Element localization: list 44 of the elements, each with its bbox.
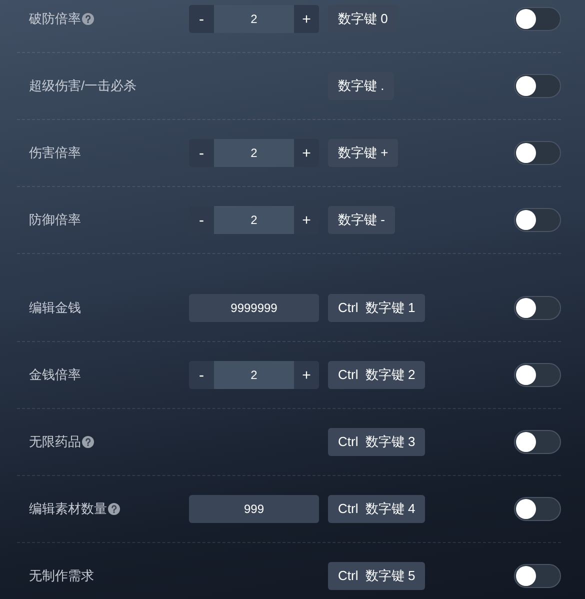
option-label: 伤害倍率	[29, 144, 81, 162]
hotkey-label: 数字键 0	[328, 5, 398, 33]
hotkey-label: Ctrl 数字键 3	[328, 428, 426, 456]
hotkey-label: 数字键 .	[328, 72, 394, 100]
decrement-button[interactable]: -	[189, 361, 214, 389]
option-label: 无制作需求	[29, 567, 94, 585]
increment-button[interactable]: +	[294, 139, 319, 167]
toggle-switch[interactable]	[514, 497, 561, 521]
hotkey-label: 数字键 -	[328, 206, 395, 234]
toggle-switch[interactable]	[514, 141, 561, 165]
hotkey-label: Ctrl 数字键 4	[328, 495, 426, 523]
help-icon[interactable]	[108, 503, 120, 515]
option-label: 无限药品	[29, 433, 81, 451]
number-field[interactable]: 2	[214, 139, 294, 167]
hotkey-label: Ctrl 数字键 2	[328, 361, 426, 389]
number-field[interactable]: 2	[214, 206, 294, 234]
option-label: 超级伤害/一击必杀	[29, 77, 137, 95]
decrement-button[interactable]: -	[189, 206, 214, 234]
hotkey-label: Ctrl 数字键 1	[328, 294, 426, 322]
toggle-switch[interactable]	[514, 564, 561, 588]
decrement-button[interactable]: -	[189, 139, 214, 167]
input-field[interactable]: 9999999	[189, 294, 319, 322]
option-label: 金钱倍率	[29, 366, 81, 384]
toggle-switch[interactable]	[514, 363, 561, 387]
toggle-switch[interactable]	[514, 430, 561, 454]
number-field[interactable]: 2	[214, 361, 294, 389]
decrement-button[interactable]: -	[189, 5, 214, 33]
toggle-switch[interactable]	[514, 208, 561, 232]
option-label: 编辑金钱	[29, 299, 81, 317]
option-label: 编辑素材数量	[29, 500, 107, 518]
increment-button[interactable]: +	[294, 5, 319, 33]
increment-button[interactable]: +	[294, 361, 319, 389]
help-icon[interactable]	[82, 13, 94, 25]
increment-button[interactable]: +	[294, 206, 319, 234]
hotkey-label: Ctrl 数字键 5	[328, 562, 426, 590]
hotkey-label: 数字键 +	[328, 139, 398, 167]
help-icon[interactable]	[82, 436, 94, 448]
number-field[interactable]: 2	[214, 5, 294, 33]
option-label: 破防倍率	[29, 10, 81, 28]
toggle-switch[interactable]	[514, 7, 561, 31]
toggle-switch[interactable]	[514, 74, 561, 98]
input-field[interactable]: 999	[189, 495, 319, 523]
toggle-switch[interactable]	[514, 296, 561, 320]
option-label: 防御倍率	[29, 211, 81, 229]
